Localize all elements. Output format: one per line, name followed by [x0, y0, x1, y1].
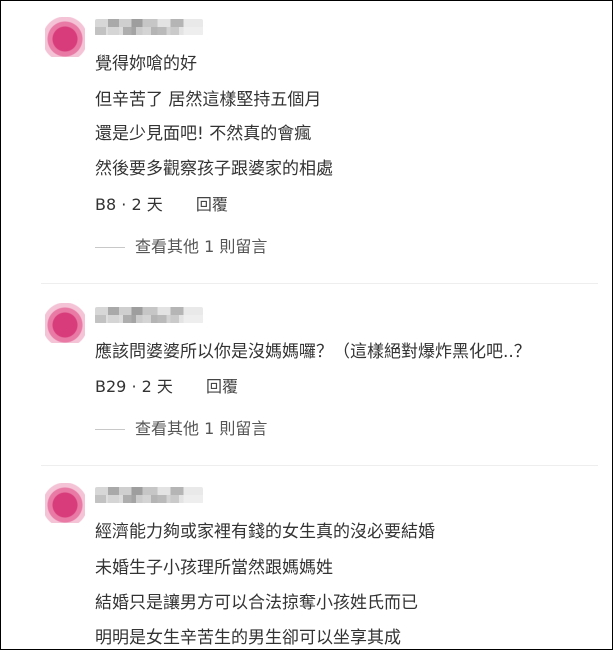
timestamp: 2 天: [141, 377, 173, 396]
meta-separator: ·: [121, 195, 127, 214]
comment-text: 未婚生子小孩理所當然跟媽媽姓: [95, 558, 333, 578]
username-blurred[interactable]: [95, 487, 203, 503]
comment-text: 經濟能力夠或家裡有錢的女生真的沒必要結婚: [95, 522, 435, 542]
username-blurred[interactable]: [95, 19, 203, 35]
avatar[interactable]: [45, 483, 85, 523]
divider-dash: [95, 429, 125, 430]
comment-text: 覺得妳嗆的好: [95, 54, 197, 74]
view-more-label: 查看其他 1 則留言: [135, 237, 268, 256]
floor-number: B8: [95, 195, 117, 214]
view-more-replies[interactable]: 查看其他 1 則留言: [95, 237, 267, 257]
comment-text: 還是少見面吧! 不然真的會瘋: [95, 124, 312, 144]
floor-number: B29: [95, 377, 127, 396]
meta-separator: ·: [131, 377, 137, 396]
comment-text: 然後要多觀察孩子跟婆家的相處: [95, 159, 333, 179]
comment-text: 結婚只是讓男方可以合法掠奪小孩姓氏而已: [95, 593, 418, 613]
comment-text: 明明是女生辛苦生的男生卻可以坐享其成: [95, 628, 401, 648]
reply-button[interactable]: 回覆: [196, 195, 228, 214]
reply-button[interactable]: 回覆: [206, 377, 238, 396]
comment-text: 但辛苦了 居然這樣堅持五個月: [95, 90, 322, 110]
username-blurred[interactable]: [95, 307, 203, 323]
view-more-replies[interactable]: 查看其他 1 則留言: [95, 419, 267, 439]
comment-text: 應該問婆婆所以你是沒媽媽囉？（這樣絕對爆炸黑化吧..？: [95, 342, 531, 362]
avatar[interactable]: [45, 303, 85, 343]
timestamp: 2 天: [131, 195, 163, 214]
comment-divider: [41, 465, 598, 466]
comment-meta: B29 · 2 天 回覆: [95, 377, 238, 397]
view-more-label: 查看其他 1 則留言: [135, 419, 268, 438]
comment-section: 覺得妳嗆的好 但辛苦了 居然這樣堅持五個月 還是少見面吧! 不然真的會瘋 然後要…: [0, 0, 613, 650]
avatar[interactable]: [45, 17, 85, 57]
comment-divider: [41, 283, 598, 284]
comment-meta: B8 · 2 天 回覆: [95, 195, 228, 215]
divider-dash: [95, 247, 125, 248]
